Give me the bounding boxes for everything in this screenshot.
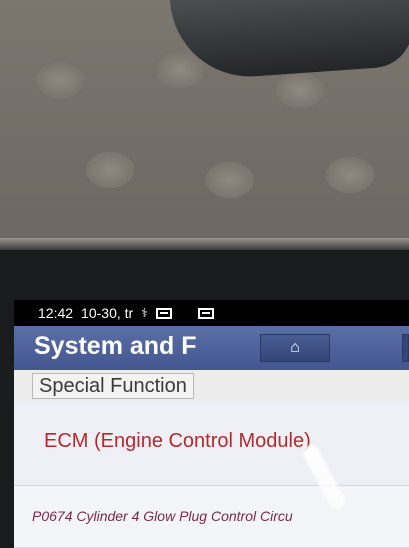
device-bezel-edge <box>0 238 409 250</box>
status-date: 10-30, tr <box>81 305 134 321</box>
status-bar: 12:42 10-30, tr ⚕ <box>14 300 409 326</box>
gallery-icon <box>197 307 214 319</box>
status-time: 12:42 <box>38 305 74 321</box>
list-item-label: P0674 Cylinder 4 Glow Plug Control Circu <box>32 508 293 524</box>
title-bar: System and F ⌂ <box>14 326 409 370</box>
page-title: System and F <box>34 332 197 360</box>
usb-icon: ⚕ <box>141 306 148 320</box>
breadcrumb-bar: Special Function <box>14 370 409 402</box>
function-list: ECM (Engine Control Module) P0674 Cylind… <box>14 402 409 548</box>
menu-button[interactable] <box>402 334 409 362</box>
list-item-label: ECM (Engine Control Module) <box>44 430 311 452</box>
list-item-dtc[interactable]: P0674 Cylinder 4 Glow Plug Control Circu <box>14 486 409 548</box>
list-item-ecm[interactable]: ECM (Engine Control Module) <box>14 402 409 486</box>
breadcrumb[interactable]: Special Function <box>32 373 194 399</box>
home-button[interactable]: ⌂ <box>260 334 330 362</box>
screenshot-icon <box>155 307 172 319</box>
home-icon: ⌂ <box>290 339 300 356</box>
device-screen: 12:42 10-30, tr ⚕ System and F ⌂ Special… <box>14 300 409 548</box>
